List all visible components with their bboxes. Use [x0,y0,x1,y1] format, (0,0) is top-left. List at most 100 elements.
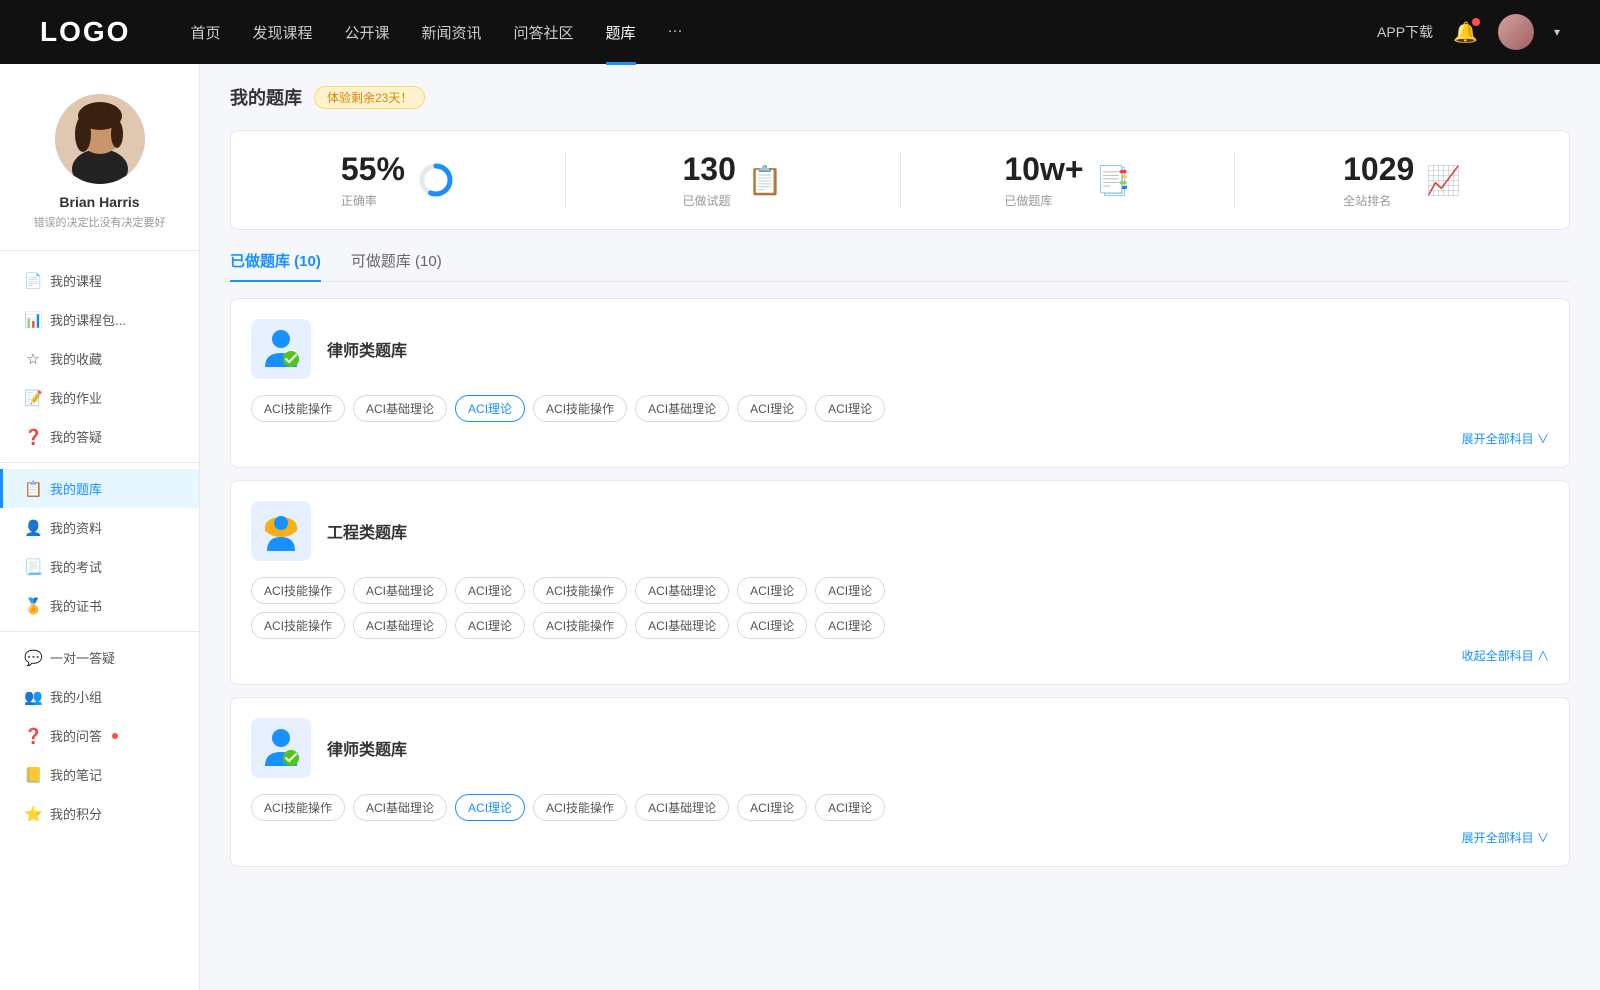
expand-button-3[interactable]: 展开全部科目 ∨ [251,829,1549,846]
sidebar-item-course[interactable]: 📄 我的课程 [0,261,199,300]
quiz-tag[interactable]: ACI理论 [737,612,807,639]
done-banks-value: 10w+ [1004,151,1083,188]
quiz-tag[interactable]: ACI基础理论 [353,577,447,604]
avatar [55,94,145,184]
sidebar-item-exam[interactable]: 📃 我的考试 [0,547,199,586]
quiz-tag[interactable]: ACI理论 [815,794,885,821]
quizbank-icon: 📋 [24,480,42,498]
sidebar-item-label: 我的资料 [50,518,102,537]
quiz-tag[interactable]: ACI基础理论 [635,612,729,639]
accuracy-value: 55% [341,151,405,188]
sidebar-item-qa-mine[interactable]: ❓ 我的答疑 [0,417,199,456]
rank-icon: 📈 [1426,164,1461,197]
quiz-tag[interactable]: ACI理论 [737,794,807,821]
quiz-tag-active[interactable]: ACI理论 [455,395,525,422]
quiz-tag[interactable]: ACI理论 [455,612,525,639]
sidebar-item-label: 我的笔记 [50,765,102,784]
notification-bell[interactable]: 🔔 [1453,20,1478,45]
star-icon: ☆ [24,350,42,368]
sidebar-item-quizbank[interactable]: 📋 我的题库 [0,469,199,508]
quiz-tag[interactable]: ACI理论 [737,577,807,604]
quiz-tag[interactable]: ACI技能操作 [251,612,345,639]
tab-done[interactable]: 已做题库 (10) [230,250,321,281]
sidebar-item-label: 我的证书 [50,596,102,615]
quiz-tag[interactable]: ACI技能操作 [251,577,345,604]
nav-quiz[interactable]: 题库 [606,22,636,43]
nav-opencourse[interactable]: 公开课 [344,22,389,43]
nav-links: 首页 发现课程 公开课 新闻资讯 问答社区 题库 ··· [190,22,1377,43]
sidebar-item-tutoring[interactable]: 💬 一对一答疑 [0,638,199,677]
user-name: Brian Harris [59,194,139,210]
sidebar-item-label: 我的小组 [50,687,102,706]
quiz-tag[interactable]: ACI理论 [737,395,807,422]
points-icon: ⭐ [24,805,42,823]
user-avatar[interactable] [1498,14,1534,50]
quiz-tag-active[interactable]: ACI理论 [455,794,525,821]
qa-icon: ❓ [24,428,42,446]
sidebar-item-favorites[interactable]: ☆ 我的收藏 [0,339,199,378]
collapse-button[interactable]: 收起全部科目 ∧ [251,647,1549,664]
done-questions-value: 130 [682,151,735,188]
profile-icon: 👤 [24,519,42,537]
sidebar-item-group[interactable]: 👥 我的小组 [0,677,199,716]
quiz-section-lawyer-1: 律师类题库 ACI技能操作 ACI基础理论 ACI理论 ACI技能操作 ACI基… [230,298,1570,468]
quiz-tag[interactable]: ACI技能操作 [251,395,345,422]
quiz-tag[interactable]: ACI理论 [815,395,885,422]
sidebar-item-label: 我的课程 [50,271,102,290]
logo: LOGO [40,16,130,48]
quiz-tag[interactable]: ACI基础理论 [635,794,729,821]
quiz-tag[interactable]: ACI理论 [455,577,525,604]
lawyer-icon [257,325,305,373]
sidebar-menu: 📄 我的课程 📊 我的课程包... ☆ 我的收藏 📝 我的作业 ❓ 我的答疑 � [0,261,199,833]
sidebar-item-certificate[interactable]: 🏅 我的证书 [0,586,199,625]
sidebar-item-questions[interactable]: ❓ 我的问答 [0,716,199,755]
sidebar-item-label: 我的问答 [50,726,102,745]
avatar-chevron-icon[interactable]: ▾ [1554,25,1560,39]
nav-qa[interactable]: 问答社区 [514,22,574,43]
lawyer-icon-2 [257,724,305,772]
sidebar-item-profile[interactable]: 👤 我的资料 [0,508,199,547]
app-download-button[interactable]: APP下载 [1377,22,1433,42]
expand-button[interactable]: 展开全部科目 ∨ [251,430,1549,447]
nav-home[interactable]: 首页 [190,22,220,43]
sidebar-item-label: 我的课程包... [50,310,126,329]
quiz-tag[interactable]: ACI理论 [815,612,885,639]
quiz-icon-box-2 [251,501,311,561]
quiz-tag[interactable]: ACI技能操作 [533,577,627,604]
quiz-tag[interactable]: ACI技能操作 [533,612,627,639]
quiz-tag[interactable]: ACI基础理论 [635,577,729,604]
stats-row: 55% 正确率 130 已做试题 📋 [230,130,1570,230]
quiz-tag[interactable]: ACI技能操作 [251,794,345,821]
sidebar-item-label: 我的答疑 [50,427,102,446]
coursepack-icon: 📊 [24,311,42,329]
sidebar-item-homework[interactable]: 📝 我的作业 [0,378,199,417]
sidebar: Brian Harris 错误的决定比没有决定要好 📄 我的课程 📊 我的课程包… [0,64,200,990]
quiz-tag[interactable]: ACI技能操作 [533,794,627,821]
course-icon: 📄 [24,272,42,290]
stat-accuracy: 55% 正确率 [231,151,566,209]
quiz-tags-row1-law2: ACI技能操作 ACI基础理论 ACI理论 ACI技能操作 ACI基础理论 AC… [251,794,1549,821]
quiz-tag[interactable]: ACI基础理论 [353,395,447,422]
engineer-icon [257,507,305,555]
questions-icon: 📋 [748,164,783,197]
menu-divider-2 [0,631,199,632]
quiz-tag[interactable]: ACI基础理论 [353,612,447,639]
tabs-row: 已做题库 (10) 可做题库 (10) [230,250,1570,282]
group-icon: 👥 [24,688,42,706]
quiz-tag[interactable]: ACI基础理论 [353,794,447,821]
sidebar-item-label: 一对一答疑 [50,648,115,667]
sidebar-item-notes[interactable]: 📒 我的笔记 [0,755,199,794]
user-motto: 错误的决定比没有决定要好 [34,214,166,230]
sidebar-item-coursepack[interactable]: 📊 我的课程包... [0,300,199,339]
tab-available[interactable]: 可做题库 (10) [351,250,442,281]
nav-more[interactable]: ··· [668,22,683,43]
nav-news[interactable]: 新闻资讯 [422,22,482,43]
nav-discover[interactable]: 发现课程 [252,22,312,43]
quiz-tags-row2-eng: ACI技能操作 ACI基础理论 ACI理论 ACI技能操作 ACI基础理论 AC… [251,612,1549,639]
quiz-tag[interactable]: ACI基础理论 [635,395,729,422]
quiz-tag[interactable]: ACI技能操作 [533,395,627,422]
quiz-tags-row1: ACI技能操作 ACI基础理论 ACI理论 ACI技能操作 ACI基础理论 AC… [251,395,1549,422]
homework-icon: 📝 [24,389,42,407]
quiz-tag[interactable]: ACI理论 [815,577,885,604]
sidebar-item-points[interactable]: ⭐ 我的积分 [0,794,199,833]
